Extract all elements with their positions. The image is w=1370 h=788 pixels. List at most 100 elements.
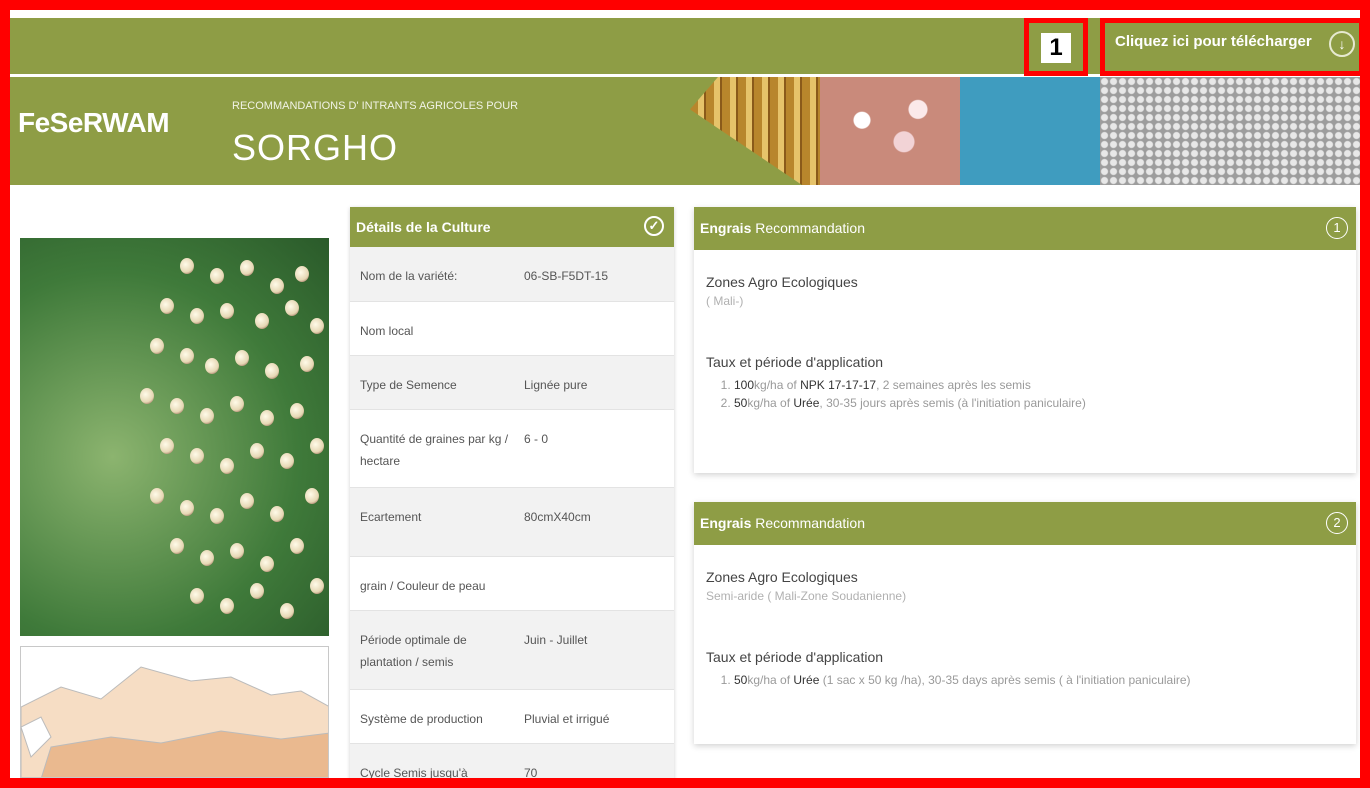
grain-dot [170, 398, 184, 414]
details-value: Pluvial et irrigué [524, 712, 610, 726]
details-value: Juin - Juillet [524, 633, 588, 647]
rate-label: Taux et période d'application [706, 649, 884, 665]
details-value: 6 - 0 [524, 432, 549, 446]
application-list: 50kg/ha of Urée (1 sac x 50 kg /ha), 30-… [706, 673, 1344, 687]
details-table: Nom de la variété: 06-SB-F5DT-15 Nom loc… [350, 247, 674, 782]
details-row: Nom de la variété: 06-SB-F5DT-15 [350, 247, 674, 302]
grain-dot [160, 438, 174, 454]
grain-dot [230, 543, 244, 559]
details-value [518, 557, 674, 610]
recommendation-title-bold: Engrais [700, 220, 752, 236]
recommendation-title: Recommandation [755, 515, 865, 531]
details-row: Ecartement 80cmX40cm [350, 488, 674, 557]
details-row: Système de production Pluvial et irrigué [350, 690, 674, 744]
details-value: Lignée pure [524, 378, 588, 392]
grain-dot [205, 358, 219, 374]
recommendation-header: Engrais Recommandation 1 [694, 207, 1356, 250]
grain-dot [270, 506, 284, 522]
details-key: Cycle Semis jusqu'à [360, 766, 468, 780]
grain-dot [190, 308, 204, 324]
blue-photo [960, 77, 1100, 185]
region-map [20, 646, 329, 778]
recommendation-header: Engrais Recommandation 2 [694, 502, 1356, 545]
recommendation-title-bold: Engrais [700, 515, 752, 531]
details-key: Ecartement [360, 510, 422, 524]
grain-dot [290, 538, 304, 554]
grain-dot [305, 488, 319, 504]
grain-dot [170, 538, 184, 554]
grain-dot [220, 303, 234, 319]
rate-label: Taux et période d'application [706, 354, 884, 370]
grain-dot [200, 550, 214, 566]
grain-dot [180, 258, 194, 274]
page-title: SORGHO [232, 127, 399, 168]
application-item: 50kg/ha of Urée, 30-35 jours après semis… [734, 396, 1344, 410]
grain-dot [235, 350, 249, 366]
grain-dot [250, 443, 264, 459]
grain-dot [240, 493, 254, 509]
details-key: grain / Couleur de peau [360, 579, 486, 593]
callout-box: 1 [1024, 18, 1088, 76]
download-button[interactable]: Cliquez ici pour télécharger ↓ [1100, 18, 1364, 76]
zones-value: ( Mali-) [706, 294, 744, 308]
grain-dot [220, 458, 234, 474]
grain-dot [150, 338, 164, 354]
details-key: Nom local [360, 324, 414, 338]
top-caption-strip [0, 0, 1370, 18]
grain-dot [285, 300, 299, 316]
grain-dot [255, 313, 269, 329]
details-value: 70 [524, 766, 538, 780]
grain-dot [190, 448, 204, 464]
details-key: Système de production [360, 712, 483, 726]
banner-photos [690, 77, 1360, 185]
grain-dot [210, 268, 224, 284]
details-value [518, 302, 674, 355]
grain-dot [240, 260, 254, 276]
details-value: 06-SB-F5DT-15 [524, 269, 609, 283]
sorghum-photo [20, 238, 329, 636]
grain-dot [295, 266, 309, 282]
crop-details-title: Détails de la Culture [356, 219, 491, 235]
grain-dot [300, 356, 314, 372]
details-row: Période optimale de plantation / semis J… [350, 611, 674, 690]
grain-dot [220, 598, 234, 614]
details-row: Cycle Semis jusqu'à 70 [350, 744, 674, 782]
zones-label: Zones Agro Ecologiques [706, 274, 858, 290]
grain-dot [280, 453, 294, 469]
recommendation-card: Engrais Recommandation 2 Zones Agro Ecol… [694, 502, 1356, 744]
grain-dot [140, 388, 154, 404]
application-item: 100kg/ha of NPK 17-17-17, 2 semaines apr… [734, 378, 1344, 392]
grain-dot [290, 403, 304, 419]
corn-photo [690, 77, 830, 185]
details-key: Période optimale de plantation / semis [360, 633, 467, 669]
details-key: Nom de la variété: [360, 269, 458, 283]
grain-dot [180, 500, 194, 516]
callout-number: 1 [1041, 33, 1071, 63]
application-item: 50kg/ha of Urée (1 sac x 50 kg /ha), 30-… [734, 673, 1344, 687]
download-icon: ↓ [1329, 31, 1355, 57]
check-circle-icon: ✓ [644, 216, 664, 236]
recommendation-number: 2 [1326, 512, 1348, 534]
grain-dot [150, 488, 164, 504]
details-row: Nom local [350, 302, 674, 356]
grain-dot [260, 410, 274, 426]
grain-dot [210, 508, 224, 524]
download-label: Cliquez ici pour télécharger [1115, 33, 1312, 50]
recommendation-number: 1 [1326, 217, 1348, 239]
grain-dot [270, 278, 284, 294]
grain-dot [280, 603, 294, 619]
grain-dot [200, 408, 214, 424]
grain-dot [180, 348, 194, 364]
details-value: 80cmX40cm [524, 510, 591, 524]
crop-banner: FeSeRWAM RECOMMANDATIONS D' INTRANTS AGR… [10, 77, 1360, 185]
details-row: Quantité de graines par kg / hectare 6 -… [350, 410, 674, 488]
grain-dot [310, 318, 324, 334]
grain-dot [260, 556, 274, 572]
recommendation-card: Engrais Recommandation 1 Zones Agro Ecol… [694, 207, 1356, 473]
grain-dot [230, 396, 244, 412]
application-list: 100kg/ha of NPK 17-17-17, 2 semaines apr… [706, 378, 1344, 410]
details-row: Type de Semence Lignée pure [350, 356, 674, 410]
grain-dot [250, 583, 264, 599]
fertilizer-photo [1100, 77, 1360, 185]
grain-dot [265, 363, 279, 379]
